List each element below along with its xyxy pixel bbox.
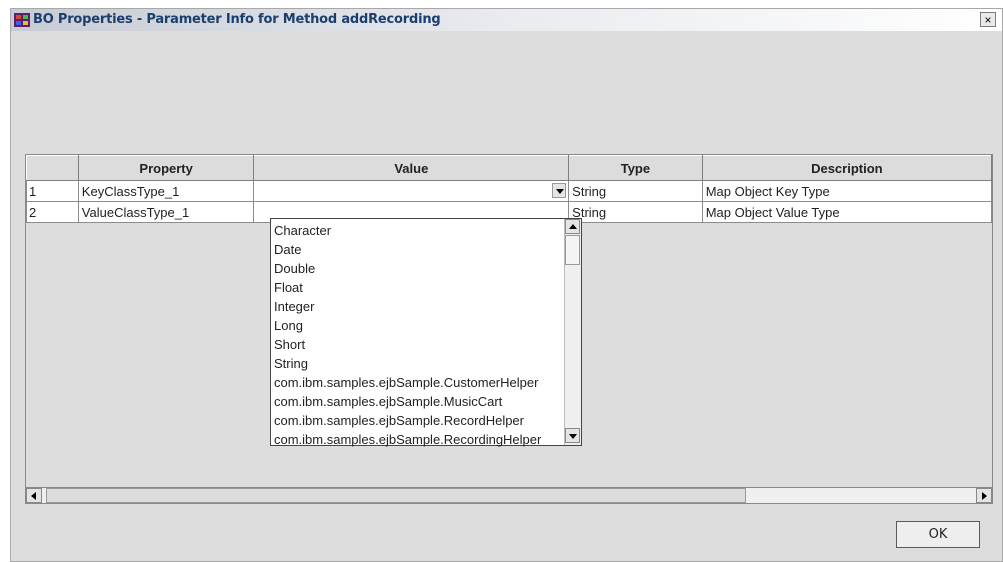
dropdown-option[interactable]: Integer — [271, 297, 567, 316]
row-number: 1 — [26, 180, 79, 202]
arrow-up-icon[interactable] — [565, 219, 580, 234]
dropdown-scroll-thumb[interactable] — [565, 235, 580, 265]
dropdown-option[interactable]: com.ibm.samples.ejbSample.CustomerHelper — [271, 373, 567, 392]
arrow-down-icon[interactable] — [565, 428, 580, 443]
dialog-window: BO Properties - Parameter Info for Metho… — [10, 8, 1003, 562]
window-title: BO Properties - Parameter Info for Metho… — [33, 12, 441, 27]
dropdown-option[interactable]: Character — [271, 221, 567, 240]
dropdown-option[interactable]: Double — [271, 259, 567, 278]
dropdown-option[interactable]: Float — [271, 278, 567, 297]
dropdown-scrollbar[interactable] — [564, 219, 581, 445]
property-cell[interactable]: KeyClassType_1 — [77, 180, 255, 202]
description-cell[interactable]: Map Object Key Type — [701, 180, 992, 202]
dropdown-option[interactable]: com.ibm.samples.ejbSample.RecordHelper — [271, 411, 567, 430]
value-combobox[interactable] — [253, 180, 570, 202]
dropdown-option[interactable]: String — [271, 354, 567, 373]
column-header-rownum[interactable] — [26, 155, 79, 181]
dropdown-option[interactable]: com.ibm.samples.ejbSample.MusicCart — [271, 392, 567, 411]
type-cell[interactable]: String — [568, 201, 703, 223]
dropdown-option[interactable]: Date — [271, 240, 567, 259]
horizontal-scroll-thumb[interactable] — [46, 488, 746, 503]
table-row[interactable]: 1 KeyClassType_1 String Map Object Key T… — [26, 180, 992, 202]
arrow-left-icon[interactable] — [26, 488, 42, 503]
dropdown-option[interactable]: com.ibm.samples.ejbSample.RecordingHelpe… — [271, 430, 567, 449]
close-button[interactable]: × — [980, 12, 996, 27]
close-icon: × — [984, 13, 992, 27]
row-number: 2 — [26, 201, 79, 223]
column-header-value[interactable]: Value — [253, 155, 570, 181]
property-cell[interactable]: ValueClassType_1 — [77, 201, 255, 223]
column-header-property[interactable]: Property — [77, 155, 255, 181]
arrow-right-icon[interactable] — [976, 488, 992, 503]
dropdown-options: Character Date Double Float Integer Long… — [271, 221, 567, 449]
type-cell[interactable]: String — [568, 180, 703, 202]
title-bar: BO Properties - Parameter Info for Metho… — [11, 9, 1002, 31]
column-header-description[interactable]: Description — [701, 155, 992, 181]
chevron-down-icon[interactable] — [552, 183, 567, 198]
app-icon — [14, 13, 30, 27]
column-header-type[interactable]: Type — [568, 155, 703, 181]
properties-table: Property Value Type Description 1 KeyCla… — [25, 154, 993, 490]
horizontal-scrollbar[interactable] — [25, 487, 993, 504]
description-cell[interactable]: Map Object Value Type — [701, 201, 992, 223]
ok-button[interactable]: OK — [896, 521, 980, 548]
value-dropdown-list[interactable]: Character Date Double Float Integer Long… — [270, 218, 582, 449]
dropdown-option[interactable]: Short — [271, 335, 567, 354]
dropdown-option[interactable]: Long — [271, 316, 567, 335]
